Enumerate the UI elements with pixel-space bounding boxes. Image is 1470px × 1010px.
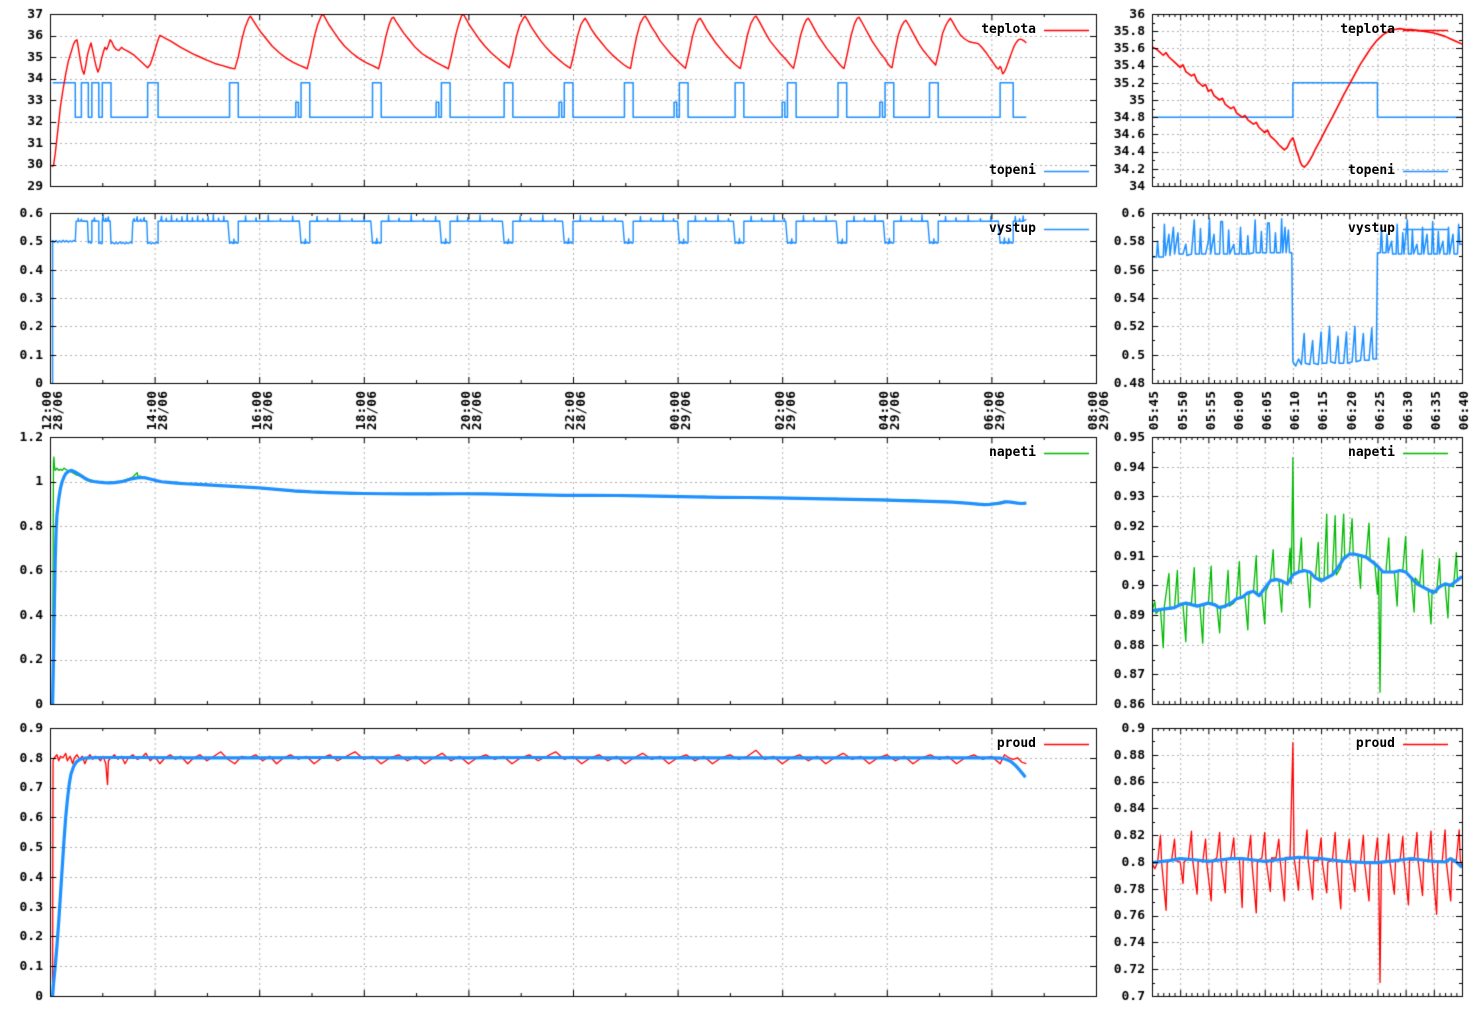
chart-teplota-overview (50, 14, 1096, 186)
legend-label-proud: proud (1356, 736, 1395, 751)
chart-napeti-detail (1152, 437, 1462, 704)
legend-teplota-overview: teplota (981, 22, 1036, 37)
chart-napeti-overview (50, 437, 1096, 704)
legend-label-topeni: topeni (1348, 163, 1395, 178)
legend-label-teplota: teplota (981, 22, 1036, 37)
legend-vystup-detail: vystup (1348, 221, 1395, 236)
legend-topeni-detail: topeni (1348, 163, 1395, 178)
legend-label-topeni: topeni (989, 163, 1036, 178)
chart-teplota-detail (1152, 14, 1462, 186)
legend-proud-detail: proud (1356, 736, 1395, 751)
chart-proud-detail (1152, 728, 1462, 996)
legend-label-napeti: napeti (989, 445, 1036, 460)
chart-vystup-detail (1152, 213, 1462, 383)
legend-label-teplota: teplota (1340, 22, 1395, 37)
chart-vystup-overview (50, 213, 1096, 383)
gnuplot-multiplot: teplota topeni teplota topeni vystup vys… (0, 0, 1470, 1010)
legend-teplota-detail: teplota (1340, 22, 1395, 37)
legend-topeni-overview: topeni (989, 163, 1036, 178)
legend-proud-overview: proud (997, 736, 1036, 751)
legend-label-napeti: napeti (1348, 445, 1395, 460)
chart-proud-overview (50, 728, 1096, 996)
legend-label-vystup: vystup (989, 221, 1036, 236)
legend-vystup-overview: vystup (989, 221, 1036, 236)
legend-label-proud: proud (997, 736, 1036, 751)
legend-label-vystup: vystup (1348, 221, 1395, 236)
legend-napeti-overview: napeti (989, 445, 1036, 460)
legend-napeti-detail: napeti (1348, 445, 1395, 460)
